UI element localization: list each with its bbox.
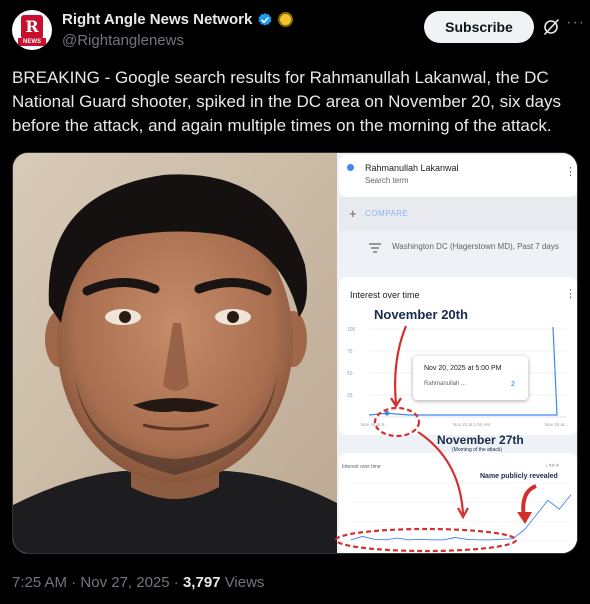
annotation-morning: (Morning of the attack): [452, 447, 503, 453]
chart1-x-tick: Nov 26 at...: [545, 422, 568, 427]
more-options-icon[interactable]: ···: [566, 14, 584, 34]
hourly-chart: [350, 482, 572, 542]
chart1-x-tick: Nov 19 at 6...: [361, 422, 388, 427]
mugshot-photo: [13, 153, 337, 553]
name-row: Right Angle News Network: [62, 11, 294, 28]
verified-badge-icon: [258, 12, 272, 26]
chart1-y-tick: 75: [347, 349, 353, 355]
annotation-revealed: Name publicly revealed: [480, 473, 558, 480]
subscribe-button[interactable]: Subscribe: [424, 11, 534, 43]
chart1-y-tick: 50: [347, 371, 353, 377]
chart2-series-line: [350, 494, 572, 541]
annotation-nov27: November 27th: [437, 433, 524, 447]
google-trends-panel: Rahmanullah Lakanwal Search term ⋮ + COM…: [337, 153, 577, 553]
post-text: BREAKING - Google search results for Rah…: [12, 68, 562, 135]
tooltip-value: 2: [511, 381, 515, 388]
chart1-y-tick: 100: [347, 327, 356, 333]
chart1-x-tick: Nov 23 at 1:00 AM: [453, 422, 490, 427]
chart-tooltip: Nov 20, 2025 at 5:00 PM Rahmanullah ... …: [413, 356, 528, 400]
views-label: Views: [224, 574, 265, 591]
plus-icon: +: [349, 206, 357, 221]
avatar[interactable]: R NEWS: [12, 10, 52, 50]
meta-separator: ·: [71, 574, 77, 591]
term-menu-icon[interactable]: ⋮: [565, 167, 576, 178]
compare-label: COMPARE: [365, 209, 409, 218]
grok-icon[interactable]: [542, 18, 560, 36]
search-term-card[interactable]: Rahmanullah Lakanwal Search term ⋮: [339, 155, 577, 197]
series-dot-icon: [347, 164, 354, 171]
meta-separator-2: ·: [173, 574, 179, 591]
avatar-logo-letter: R: [21, 15, 43, 39]
filter-icon[interactable]: [369, 243, 381, 253]
post-image[interactable]: Rahmanullah Lakanwal Search term ⋮ + COM…: [12, 152, 578, 554]
post-header: R NEWS Right Angle News Network @Rightan…: [12, 10, 584, 54]
chart1-highlight-point: [384, 410, 390, 416]
post-meta: 7:25 AM · Nov 27, 2025 · 3,797 Views: [12, 574, 264, 591]
search-term: Rahmanullah Lakanwal: [365, 163, 459, 173]
display-name[interactable]: Right Angle News Network: [62, 11, 252, 28]
post-time[interactable]: 7:25 AM: [12, 574, 67, 591]
tooltip-term: Rahmanullah ...: [424, 381, 467, 387]
affiliate-badge-icon: [278, 12, 294, 27]
filter-label[interactable]: Washington DC (Hagerstown MD), Past 7 da…: [392, 242, 559, 251]
handle[interactable]: @Rightanglenews: [62, 32, 184, 49]
compare-button[interactable]: + COMPARE: [339, 197, 577, 231]
chart1-y-tick: 25: [347, 393, 353, 399]
avatar-logo-sub: NEWS: [18, 38, 46, 46]
post-date[interactable]: Nov 27, 2025: [80, 574, 169, 591]
views-count[interactable]: 3,797: [183, 574, 221, 591]
annotation-nov20: November 20th: [374, 307, 468, 322]
search-term-sub: Search term: [365, 176, 409, 185]
tooltip-date: Nov 20, 2025 at 5:00 PM: [424, 365, 502, 372]
hourly-chart-card: Interest over time ↓ <> <: [339, 453, 577, 553]
